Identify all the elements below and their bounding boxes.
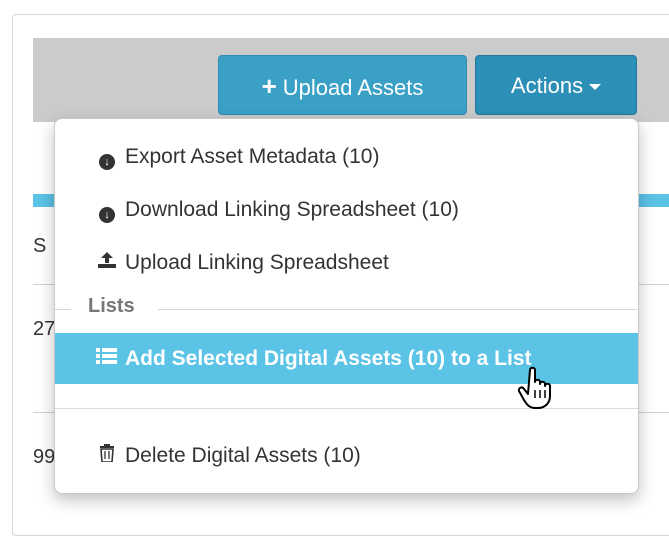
actions-dropdown-menu: ↓ Export Asset Metadata (10) ↓ Download Li… <box>54 118 639 494</box>
menu-item-label: Download Linking Spreadsheet (10) <box>125 198 459 221</box>
circle-arrow-down-icon: ↓ <box>96 186 118 234</box>
menu-item-upload-spreadsheet[interactable]: Upload Linking Spreadsheet <box>55 239 638 287</box>
menu-item-label: Upload Linking Spreadsheet <box>125 251 389 274</box>
row-fragment: S <box>33 235 47 257</box>
upload-icon <box>96 239 118 287</box>
actions-label: Actions <box>510 73 584 98</box>
menu-item-label: Delete Digital Assets (10) <box>125 444 361 467</box>
circle-arrow-down-icon: ↓ <box>96 133 118 181</box>
menu-item-delete-assets[interactable]: Delete Digital Assets (10) <box>55 432 638 480</box>
menu-item-label: Add Selected Digital Assets (10) to a Li… <box>125 347 532 370</box>
hand-cursor-icon <box>518 366 551 409</box>
list-icon <box>96 333 118 384</box>
row-fragment: 27 <box>33 318 56 340</box>
caret-down-icon <box>589 84 602 91</box>
actions-dropdown-button[interactable]: Actions <box>475 55 637 115</box>
menu-item-label: Export Asset Metadata (10) <box>125 145 380 168</box>
section-divider <box>158 309 637 310</box>
menu-item-export-metadata[interactable]: ↓ Export Asset Metadata (10) <box>55 133 638 181</box>
upload-assets-button[interactable]: + Upload Assets <box>218 55 467 115</box>
section-divider <box>55 309 71 310</box>
lists-section-header: Lists <box>88 295 135 317</box>
trash-icon <box>96 432 118 480</box>
row-fragment: 99 <box>33 446 56 468</box>
upload-assets-label: Upload Assets <box>282 75 424 100</box>
menu-item-download-spreadsheet[interactable]: ↓ Download Linking Spreadsheet (10) <box>55 186 638 234</box>
plus-icon: + <box>261 71 277 101</box>
